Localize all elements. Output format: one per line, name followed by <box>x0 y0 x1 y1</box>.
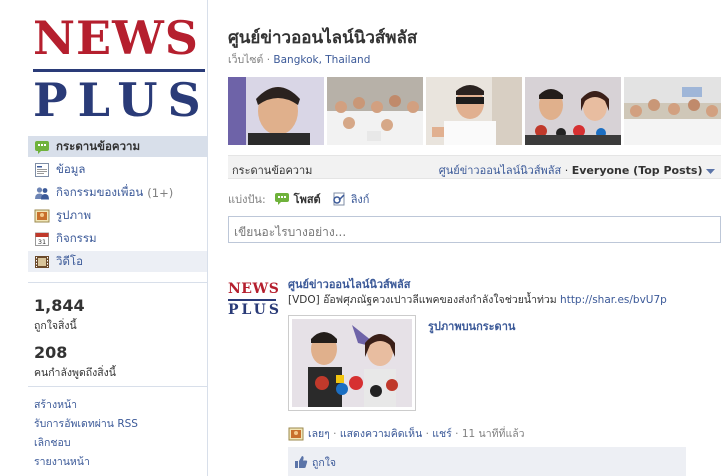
post-actions: เลยๆ · แสดงความคิดเห็น · แชร์ · 11 นาทีท… <box>288 425 525 442</box>
comment-link[interactable]: แสดงความคิดเห็น <box>340 425 422 442</box>
photos-icon <box>288 427 304 440</box>
page-title: ศูนย์ข่าวออนไลน์นิวส์พลัส <box>228 28 418 48</box>
link-icon <box>332 192 345 206</box>
sidebar-item-friend-activity[interactable]: กิจกรรมของเพื่อน (1+) <box>28 182 207 203</box>
page-category: เว็บไซต์ <box>228 54 264 66</box>
sidebar-links: สร้างหน้า รับการอัพเดทผ่าน RSS เลิกชอบ ร… <box>34 398 138 474</box>
wall-filter-bar: กระดานข้อความ ศูนย์ข่าวออนไลน์นิวส์พลัส … <box>228 155 721 179</box>
sidebar-item-label: ข้อมูล <box>56 161 86 176</box>
chevron-down-icon[interactable] <box>706 164 715 177</box>
status-icon <box>274 193 289 205</box>
talking-about-count: 208 <box>34 343 68 362</box>
dot-separator: · <box>333 427 337 440</box>
likes-link[interactable]: ถูกใจ <box>312 454 336 471</box>
sidebar-item-label: กิจกรรม <box>56 230 97 245</box>
wall-label: กระดานข้อความ <box>232 164 313 177</box>
dot-separator: · <box>455 427 459 440</box>
photo-album-link[interactable]: รูปภาพบนกระดาน <box>428 317 515 335</box>
unlike-link[interactable]: เลิกชอบ <box>34 436 138 455</box>
photos-icon <box>34 208 50 224</box>
talking-about-stat: 208 คนกำลังพูดถึงสิ่งนี้ <box>34 343 116 381</box>
photo-thumbnail[interactable] <box>327 77 423 145</box>
author-avatar[interactable]: NEWS PLUS <box>228 282 280 318</box>
logo-divider <box>33 69 205 72</box>
likes-label: ถูกใจสิ่งนี้ <box>34 320 77 332</box>
logo-line-news: NEWS <box>33 11 199 65</box>
likes-count: 1,844 <box>34 296 85 315</box>
post-timestamp: 11 นาทีที่แล้ว <box>461 428 525 440</box>
news-plus-logo[interactable]: NEWS PLUS <box>33 14 205 126</box>
avatar-divider <box>228 299 276 301</box>
like-link[interactable]: เลยๆ <box>308 425 330 442</box>
photo-thumbnail[interactable] <box>426 77 522 145</box>
sidebar-item-info[interactable]: ข้อมูล <box>28 159 207 180</box>
dot-separator: · <box>425 427 429 440</box>
sidebar-item-video[interactable]: วิดีโอ <box>28 251 207 272</box>
sidebar-item-photos[interactable]: รูปภาพ <box>28 205 207 226</box>
sidebar-item-label: รูปภาพ <box>56 207 92 222</box>
sidebar-item-label: วิดีโอ <box>56 253 84 268</box>
left-sidebar: NEWS PLUS กระดานข้อความ ข้อมูล กิจกรรมขอ… <box>0 0 208 476</box>
photo-thumbnail[interactable] <box>624 77 721 145</box>
calendar-icon: 31 <box>34 231 50 247</box>
friend-activity-count: (1+) <box>147 185 174 200</box>
film-icon <box>34 254 50 270</box>
page-subtitle: เว็บไซต์ · Bangkok, Thailand <box>228 51 370 68</box>
divider <box>28 386 207 387</box>
logo-line-plus: PLUS <box>33 73 211 127</box>
rss-link[interactable]: รับการอัพเดทผ่าน RSS <box>34 417 138 436</box>
post-author-link[interactable]: ศูนย์ข่าวออนไลน์นิวส์พลัส <box>288 275 721 291</box>
avatar-news: NEWS <box>228 281 280 297</box>
sidebar-item-label: กิจกรรมของเพื่อน <box>56 184 144 199</box>
link-option[interactable]: ลิงก์ <box>331 190 370 208</box>
post-url-link[interactable]: http://shar.es/bvU7p <box>560 294 667 306</box>
sidebar-item-label: กระดานข้อความ <box>56 138 141 153</box>
post-message: [VDO] อ๊อฟศุภณัฐควงเปาวลีแพคของส่งกำลังใ… <box>288 291 721 309</box>
dot-separator: · <box>266 54 271 66</box>
wall-icon <box>34 139 50 155</box>
avatar-plus: PLUS <box>228 302 282 318</box>
report-page-link[interactable]: รายงานหน้า <box>34 455 138 474</box>
post-option-label: โพสต์ <box>293 193 321 206</box>
photo-thumbnail[interactable] <box>228 77 324 145</box>
link-option-label: ลิงก์ <box>350 193 370 206</box>
sidebar-nav: กระดานข้อความ ข้อมูล กิจกรรมของเพื่อน (1… <box>28 136 207 274</box>
page-name-link[interactable]: ศูนย์ข่าวออนไลน์นิวส์พลัส <box>439 164 561 177</box>
photo-thumbnail[interactable] <box>525 77 621 145</box>
page-location-link[interactable]: Bangkok, Thailand <box>273 54 370 66</box>
post-option[interactable]: โพสต์ <box>274 190 321 208</box>
friends-icon <box>34 185 50 201</box>
post-text: [VDO] อ๊อฟศุภณัฐควงเปาวลีแพคของส่งกำลังใ… <box>288 294 557 306</box>
filter-dropdown[interactable]: Everyone (Top Posts) <box>572 164 703 177</box>
info-icon <box>34 162 50 178</box>
talking-about-label: คนกำลังพูดถึงสิ่งนี้ <box>34 367 116 379</box>
dot-separator: · <box>564 164 569 177</box>
likes-bar: ถูกใจ <box>288 447 686 476</box>
wall-filter: ศูนย์ข่าวออนไลน์นิวส์พลัส · Everyone (To… <box>439 161 715 179</box>
post-photo[interactable] <box>288 315 416 411</box>
svg-text:31: 31 <box>38 238 46 246</box>
share-link[interactable]: แชร์ <box>432 425 452 442</box>
thumbs-up-icon <box>295 456 308 468</box>
post-body: ศูนย์ข่าวออนไลน์นิวส์พลัส [VDO] อ๊อฟศุภณ… <box>288 275 721 476</box>
likes-stat: 1,844 ถูกใจสิ่งนี้ <box>34 296 85 334</box>
sidebar-item-events[interactable]: 31 กิจกรรม <box>28 228 207 249</box>
sidebar-item-wall[interactable]: กระดานข้อความ <box>28 136 207 157</box>
divider <box>28 282 207 283</box>
create-page-link[interactable]: สร้างหน้า <box>34 398 138 417</box>
share-options: แบ่งปัน: โพสต์ ลิงก์ <box>228 190 379 208</box>
photo-strip <box>228 77 721 145</box>
composer-input[interactable]: เขียนอะไรบางอย่าง... <box>228 216 721 243</box>
share-label: แบ่งปัน: <box>228 193 266 206</box>
